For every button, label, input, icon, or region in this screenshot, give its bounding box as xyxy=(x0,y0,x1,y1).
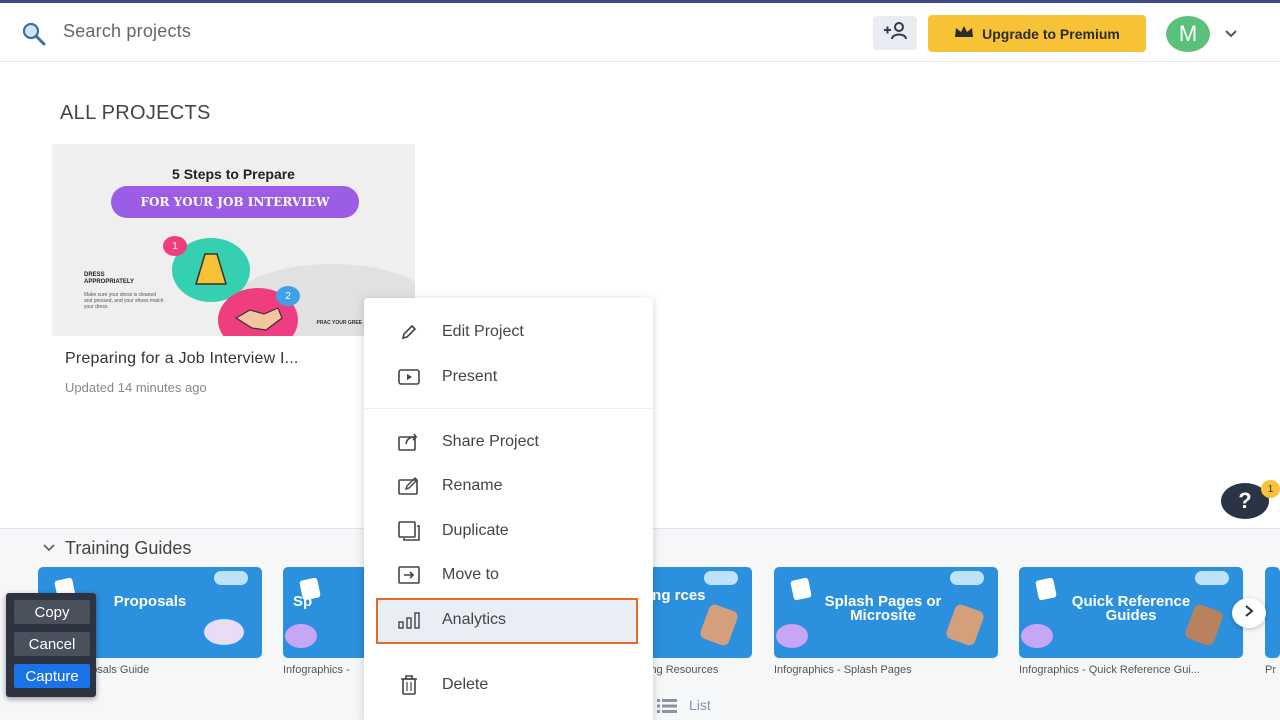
pill-icon xyxy=(204,619,244,645)
pie-icon xyxy=(776,624,808,648)
tile-label[interactable]: Pr xyxy=(1265,664,1280,676)
tile-label[interactable]: Infographics - Splash Pages xyxy=(774,664,998,676)
thumb-pill: FOR YOUR JOB INTERVIEW xyxy=(111,186,359,218)
menu-item-present[interactable]: Present xyxy=(364,357,653,397)
project-updated: Updated 14 minutes ago xyxy=(65,380,207,395)
tile-title: Splash Pages or Microsite xyxy=(824,593,942,624)
crown-icon xyxy=(954,25,974,42)
step-badge-2: 2 xyxy=(276,286,300,306)
thumb-step-heading: DRESS APPROPRIATELY xyxy=(84,272,135,285)
search-input[interactable]: Search projects xyxy=(63,21,191,42)
cloud-icon xyxy=(214,571,248,585)
help-notification-badge: 1 xyxy=(1261,480,1280,498)
project-name[interactable]: Preparing for a Job Interview I... xyxy=(65,350,299,368)
capture-button[interactable]: Capture xyxy=(14,664,90,688)
menu-item-share-project[interactable]: Share Project xyxy=(364,422,653,462)
cancel-button[interactable]: Cancel xyxy=(14,632,90,656)
menu-item-analytics[interactable]: Analytics xyxy=(364,600,653,640)
upgrade-label: Upgrade to Premium xyxy=(982,25,1120,42)
chevron-down-icon[interactable] xyxy=(1222,25,1240,43)
document-icon xyxy=(790,577,812,601)
trash-icon xyxy=(397,673,421,697)
page-title: ALL PROJECTS xyxy=(60,102,211,124)
menu-item-delete[interactable]: Delete xyxy=(364,665,653,705)
add-user-icon xyxy=(882,21,908,46)
pie-icon xyxy=(1021,624,1053,648)
cloud-icon xyxy=(1195,571,1229,585)
menu-item-edit-project[interactable]: Edit Project xyxy=(364,312,653,352)
carousel-next-button[interactable] xyxy=(1232,598,1266,628)
list-view-toggle[interactable]: List xyxy=(689,697,711,713)
step-badge-1: 1 xyxy=(163,236,187,256)
pencil-icon xyxy=(397,320,421,344)
upgrade-premium-button[interactable]: Upgrade to Premium xyxy=(928,15,1146,52)
menu-item-label: Duplicate xyxy=(442,522,509,539)
menu-item-duplicate[interactable]: Duplicate xyxy=(364,511,653,551)
training-tile[interactable]: Splash Pages or Microsite xyxy=(774,567,998,658)
menu-item-label: Move to xyxy=(442,566,499,583)
menu-item-rename[interactable]: Rename xyxy=(364,466,653,506)
thumb-step-text: Make sure your dress is cleaned and pres… xyxy=(84,292,164,310)
tile-label[interactable]: Infographics - xyxy=(283,664,363,676)
thumb-corner-text: PRAC YOUR GREE xyxy=(316,320,362,326)
analytics-icon xyxy=(397,608,421,632)
tile-label[interactable]: Infographics - Quick Reference Gui... xyxy=(1019,664,1243,676)
search-icon[interactable] xyxy=(20,20,48,48)
tile-label[interactable]: ing Resources xyxy=(648,664,758,676)
tile-title: ing rces xyxy=(648,587,706,604)
copy-button[interactable]: Copy xyxy=(14,600,90,624)
capture-toolbar: Copy Cancel Capture xyxy=(6,593,96,697)
cloud-icon xyxy=(950,571,984,585)
menu-item-label: Rename xyxy=(442,477,503,494)
training-tile[interactable] xyxy=(1265,567,1280,658)
menu-item-label: Delete xyxy=(442,676,489,693)
rename-icon xyxy=(397,474,421,498)
menu-item-label: Present xyxy=(442,368,498,385)
play-icon xyxy=(397,365,421,389)
hand-icon xyxy=(944,602,986,648)
tile-title: Quick Reference Guides xyxy=(1071,593,1191,624)
project-card-thumbnail[interactable]: 5 Steps to Prepare FOR YOUR JOB INTERVIE… xyxy=(52,144,415,336)
chevron-right-icon xyxy=(1242,604,1256,623)
top-header: Search projects Upgrade to Premium M xyxy=(0,3,1280,62)
chevron-down-icon[interactable] xyxy=(42,541,56,555)
menu-divider xyxy=(364,408,653,409)
move-icon xyxy=(397,563,421,587)
share-icon xyxy=(397,430,421,454)
training-guides-title[interactable]: Training Guides xyxy=(65,538,191,559)
training-tile[interactable]: Quick Reference Guides xyxy=(1019,567,1243,658)
avatar[interactable]: M xyxy=(1166,16,1210,52)
cloud-icon xyxy=(704,571,738,585)
menu-item-label: Analytics xyxy=(442,611,507,628)
duplicate-icon xyxy=(397,519,421,543)
menu-item-label: Edit Project xyxy=(442,323,524,340)
menu-item-label: Share Project xyxy=(442,433,539,450)
list-view-icon[interactable] xyxy=(657,698,677,714)
menu-item-move-to[interactable]: Move to xyxy=(364,555,653,595)
hand-icon xyxy=(698,602,740,648)
project-context-menu: Edit Project Present Share Project Renam… xyxy=(364,298,653,720)
pie-icon xyxy=(285,624,317,648)
thumb-title: 5 Steps to Prepare xyxy=(172,166,295,182)
invite-user-button[interactable] xyxy=(873,16,917,50)
